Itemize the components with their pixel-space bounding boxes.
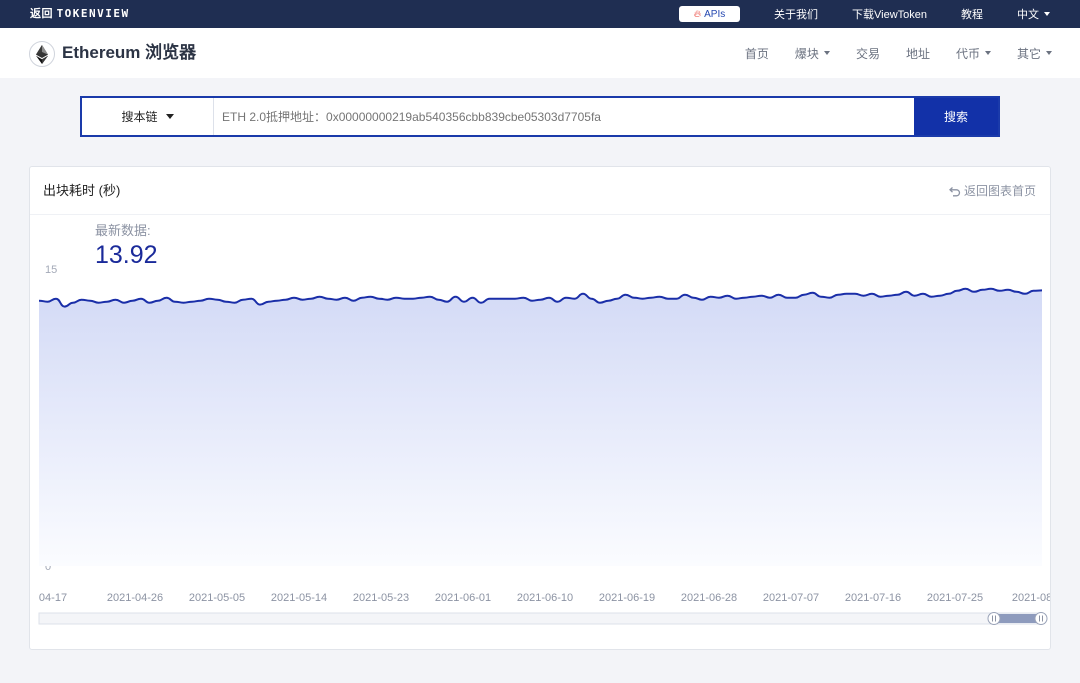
- zoom-track: [38, 612, 1043, 625]
- x-tick-label: 2021-07-16: [845, 592, 901, 604]
- x-tick-label: 2021-05-14: [271, 592, 327, 604]
- search-bar: 搜本链 搜索: [80, 96, 1000, 137]
- x-tick-label: 2021-06-19: [599, 592, 655, 604]
- nav-tokens[interactable]: 代币: [956, 45, 991, 62]
- tokenview-brand: TOKENVIEW: [56, 7, 130, 20]
- zoom-handle-left[interactable]: [987, 612, 1001, 625]
- nav-blocks[interactable]: 爆块: [795, 45, 830, 62]
- return-icon: [949, 186, 961, 196]
- card-header: 出块耗时 (秒) 返回图表首页: [30, 167, 1050, 215]
- x-tick-label: 2021-05-05: [189, 592, 245, 604]
- site-title[interactable]: Ethereum 浏览器: [62, 28, 196, 78]
- chevron-down-icon: [1044, 12, 1050, 16]
- chart-card: 出块耗时 (秒) 返回图表首页 03691215 04-172021-04-26…: [29, 166, 1051, 650]
- back-label: 返回: [30, 8, 53, 20]
- chevron-down-icon: [1046, 51, 1052, 55]
- back-to-charts-link[interactable]: 返回图表首页: [949, 167, 1036, 215]
- x-tick-label: 04-17: [39, 592, 67, 604]
- chain-selector[interactable]: 搜本链: [82, 98, 214, 135]
- nav-blocks-label: 爆块: [794, 46, 819, 61]
- x-tick-label: 2021-06-10: [517, 592, 573, 604]
- apis-label: APIs: [704, 8, 726, 20]
- x-tick-label: 2021-06-28: [681, 592, 737, 604]
- chevron-down-icon: [823, 51, 830, 55]
- x-tick-label: 2021-06-01: [435, 592, 491, 604]
- nav-addresses[interactable]: 地址: [906, 45, 930, 62]
- top-bar: 返回 TOKENVIEW 🔥︎ APIs 关于我们 下载ViewToken 教程 …: [0, 0, 1080, 28]
- x-tick-label: 2021-07-25: [927, 592, 983, 604]
- chevron-down-icon: [984, 51, 991, 55]
- x-tick-label: 2021-04-26: [107, 592, 163, 604]
- ethereum-logo-icon[interactable]: [29, 41, 55, 67]
- download-app-link[interactable]: 下载ViewToken: [852, 6, 927, 22]
- back-to-charts-label: 返回图表首页: [963, 184, 1036, 198]
- language-label: 中文: [1017, 9, 1039, 21]
- search-button[interactable]: 搜索: [914, 98, 998, 135]
- chain-selector-label: 搜本链: [121, 110, 158, 124]
- tutorial-link[interactable]: 教程: [961, 6, 983, 22]
- main-nav: 首页 爆块 交易 地址 代币 其它: [719, 28, 1052, 78]
- latest-data-label: 最新数据:: [95, 223, 151, 238]
- fire-icon: 🔥︎: [693, 8, 702, 20]
- x-tick-label: 2021-05-23: [353, 592, 409, 604]
- nav-others-label: 其它: [1016, 46, 1041, 61]
- language-dropdown[interactable]: 中文: [1017, 6, 1050, 22]
- zoom-slider[interactable]: [38, 612, 1048, 625]
- y-tick-label: 15: [45, 264, 57, 276]
- x-tick-label: 2021-08-0: [1012, 592, 1050, 604]
- zoom-handle-right[interactable]: [1034, 612, 1048, 625]
- chart-title: 出块耗时 (秒): [43, 183, 121, 198]
- block-time-chart: 03691215 04-172021-04-262021-05-052021-0…: [38, 264, 1050, 625]
- about-link[interactable]: 关于我们: [774, 6, 818, 22]
- nav-transactions[interactable]: 交易: [856, 45, 880, 62]
- nav-tokens-label: 代币: [955, 46, 980, 61]
- zoom-window[interactable]: [994, 614, 1041, 623]
- search-input[interactable]: [214, 98, 914, 135]
- nav-others[interactable]: 其它: [1017, 45, 1052, 62]
- apis-button[interactable]: 🔥︎ APIs: [679, 6, 740, 22]
- site-header: Ethereum 浏览器 首页 爆块 交易 地址 代币 其它: [0, 28, 1080, 78]
- back-to-tokenview-link[interactable]: 返回 TOKENVIEW: [30, 0, 130, 28]
- nav-home[interactable]: 首页: [745, 45, 769, 62]
- x-tick-label: 2021-07-07: [763, 592, 819, 604]
- latest-data-value: 13.92: [95, 241, 158, 269]
- series-area: [39, 288, 1042, 566]
- chevron-down-icon: [165, 114, 174, 119]
